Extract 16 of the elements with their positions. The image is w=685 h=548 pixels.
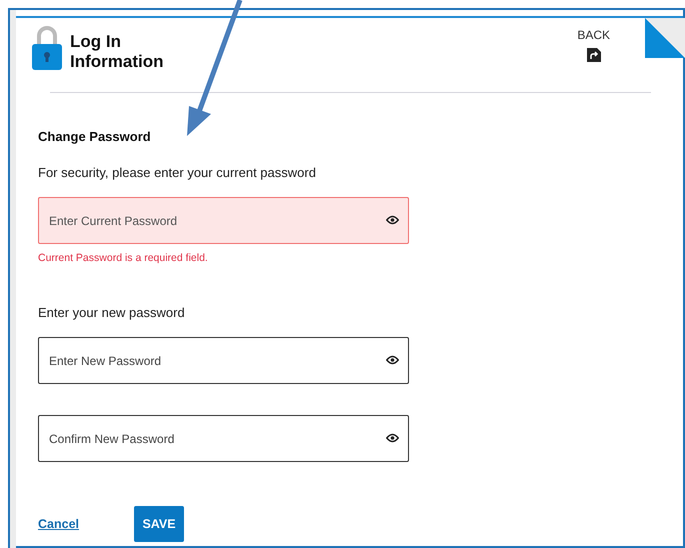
cancel-link[interactable]: Cancel [38,514,79,534]
error-message: Current Password is a required field. [38,251,209,266]
corner-triangle-icon [645,18,685,58]
section-title: Change Password [38,128,152,146]
instruction-text: For security, please enter your current password [38,164,317,182]
save-button[interactable]: SAVE [134,506,184,542]
password-field[interactable]: Enter Current Password [38,197,409,244]
password-field[interactable]: Confirm New Password [38,415,409,462]
password-field[interactable]: Enter New Password [38,337,409,384]
eye-icon[interactable] [386,215,399,225]
back-button[interactable]: BACK [577,24,610,62]
padlock-icon [32,24,62,70]
page-title: Log In Information [70,31,164,72]
eye-icon[interactable] [386,433,399,444]
instruction-text: Enter your new password [38,304,186,322]
eye-icon[interactable] [386,355,399,366]
